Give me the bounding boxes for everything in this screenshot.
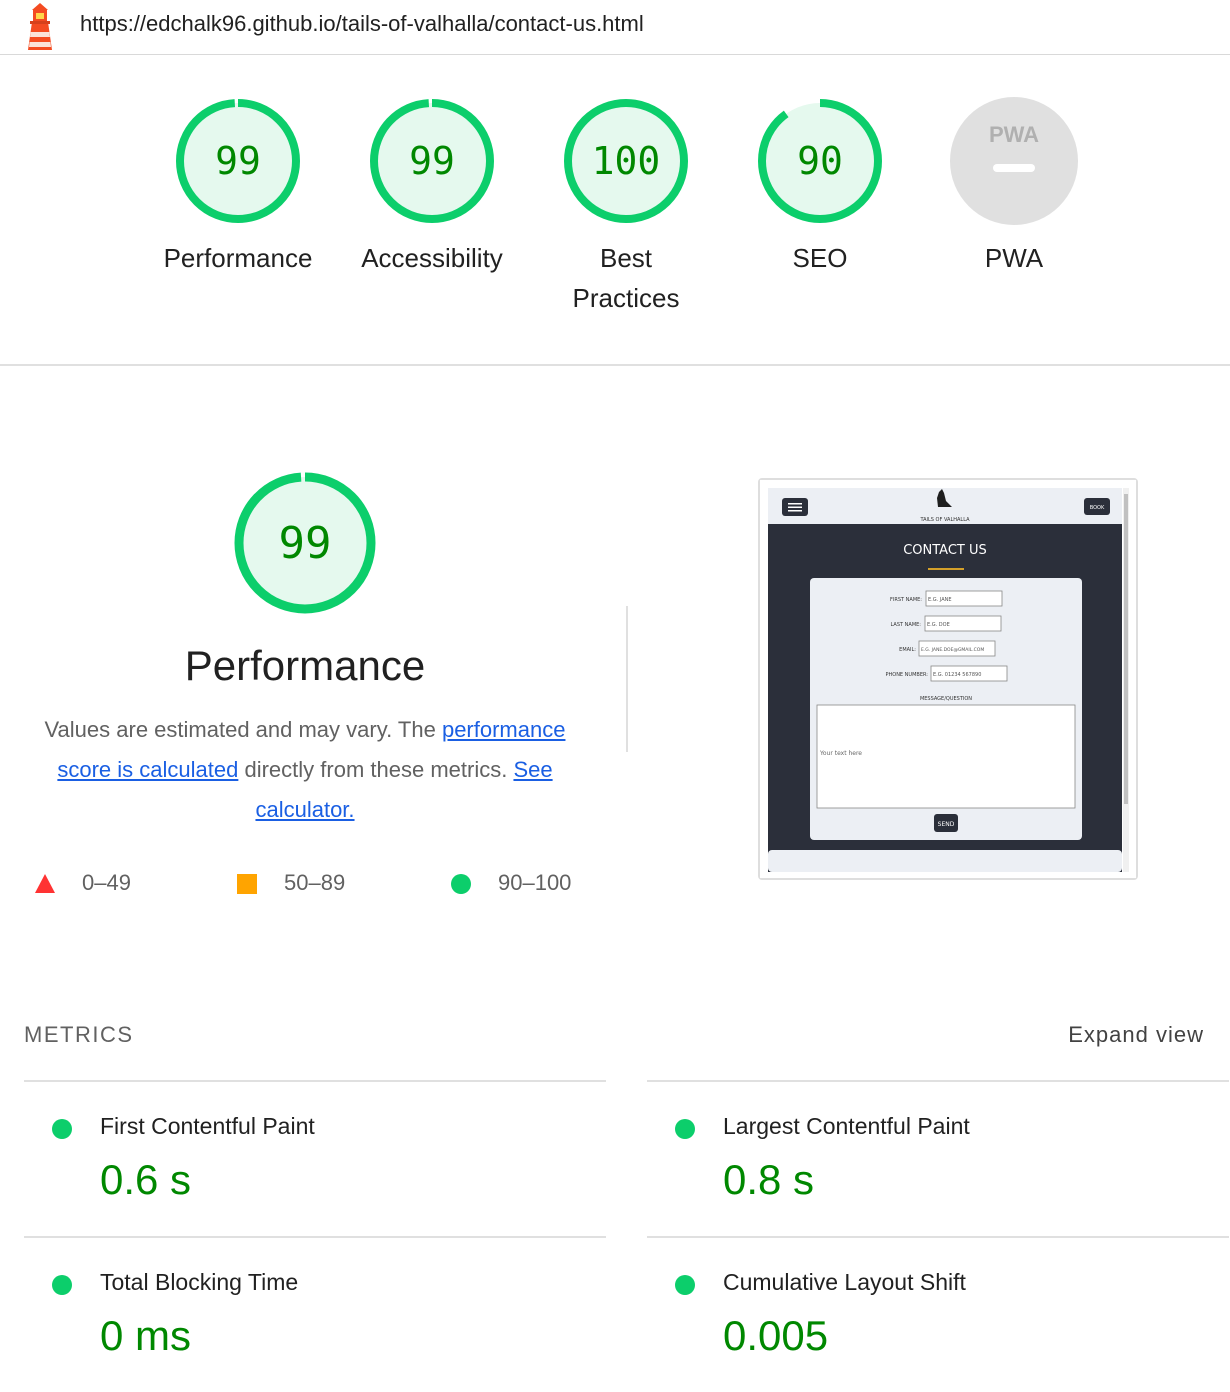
gauge-score: 90	[797, 139, 843, 183]
gauge-label: Best Practices	[572, 243, 680, 313]
category-gauges: 99 Performance 99 Accessibility 100 Best…	[0, 56, 1230, 366]
legend-range: 50–89	[284, 870, 346, 895]
svg-text:LAST NAME:: LAST NAME:	[891, 622, 922, 628]
gauge-label: SEO	[792, 243, 848, 273]
svg-text:Your text here: Your text here	[819, 750, 862, 757]
final-screenshot: TAILS OF VALHALLA BOOK CONTACT US FIRST …	[758, 478, 1138, 880]
description-text: directly from these metrics.	[244, 757, 508, 782]
orange-square-icon	[237, 874, 257, 894]
svg-text:FIRST NAME:: FIRST NAME:	[890, 597, 922, 603]
gauge-score: 100	[592, 139, 661, 183]
legend-range: 0–49	[82, 870, 131, 895]
green-circle-icon	[451, 874, 471, 894]
svg-text:E.G. JANE.DOE@GMAIL.COM: E.G. JANE.DOE@GMAIL.COM	[921, 647, 984, 653]
expand-view-toggle[interactable]: Expand view	[1068, 1022, 1204, 1048]
metric-value: 0.6 s	[100, 1156, 192, 1203]
svg-text:PHONE NUMBER:: PHONE NUMBER:	[885, 672, 928, 678]
metric-cumulative-layout-shift: Cumulative Layout Shift 0.005	[647, 1236, 1229, 1392]
page-url[interactable]: https://edchalk96.github.io/tails-of-val…	[80, 11, 644, 37]
report-header: https://edchalk96.github.io/tails-of-val…	[0, 0, 1230, 55]
score-gauge-icon: 90	[758, 99, 882, 223]
metrics-title: METRICS	[24, 1022, 134, 1047]
metric-value: 0.005	[723, 1312, 829, 1359]
gauge-accessibility[interactable]: 99 Accessibility	[332, 96, 532, 278]
score-gauge-icon: 99	[370, 99, 494, 223]
metrics-header: METRICS Expand view	[24, 1022, 1204, 1048]
contact-heading: CONTACT US	[903, 543, 987, 558]
metric-total-blocking-time: Total Blocking Time 0 ms	[24, 1236, 606, 1392]
gauge-performance[interactable]: 99 Performance	[138, 96, 338, 278]
pass-circle-icon	[52, 1119, 72, 1139]
svg-text:E.G. DOE: E.G. DOE	[927, 622, 950, 628]
vertical-divider	[626, 606, 628, 752]
performance-title: Performance	[184, 642, 426, 689]
metric-label: Cumulative Layout Shift	[723, 1269, 966, 1295]
metric-label: Largest Contentful Paint	[723, 1113, 970, 1139]
svg-text:E.G. JANE: E.G. JANE	[928, 597, 952, 603]
metric-value: 0.8 s	[723, 1156, 815, 1203]
svg-text:SEND: SEND	[938, 821, 955, 828]
gauge-score: 99	[409, 139, 455, 183]
metric-largest-contentful-paint: Largest Contentful Paint 0.8 s	[647, 1080, 1229, 1236]
score-gauge-icon: 99	[176, 99, 300, 223]
svg-text:MESSAGE/QUESTION: MESSAGE/QUESTION	[920, 696, 972, 702]
page-thumbnail: TAILS OF VALHALLA BOOK CONTACT US FIRST …	[760, 480, 1136, 878]
metric-label: Total Blocking Time	[100, 1269, 299, 1295]
pwa-text: PWA	[989, 122, 1039, 147]
pass-circle-icon	[675, 1275, 695, 1295]
pass-circle-icon	[52, 1275, 72, 1295]
performance-gauge-icon: 99	[234, 472, 376, 614]
pass-circle-icon	[675, 1119, 695, 1139]
gauge-pwa[interactable]: PWA PWA	[914, 96, 1114, 278]
lighthouse-icon	[28, 3, 52, 50]
performance-score: 99	[279, 518, 332, 569]
brand-name: TAILS OF VALHALLA	[919, 517, 970, 523]
red-triangle-icon	[35, 874, 55, 893]
performance-summary: 99 Performance Values are estimated and …	[0, 470, 610, 830]
pwa-badge-icon: PWA	[950, 97, 1078, 225]
metric-value: 0 ms	[100, 1312, 192, 1359]
performance-description: Values are estimated and may vary. The p…	[25, 710, 585, 830]
scrollbar-thumb	[1124, 494, 1128, 804]
score-gauge-icon: 100	[564, 99, 688, 223]
gauge-score: 99	[215, 139, 261, 183]
svg-text:EMAIL:: EMAIL:	[899, 647, 916, 653]
score-legend: 0–49 50–89 90–100	[0, 866, 620, 902]
legend-range: 90–100	[498, 870, 572, 895]
gauge-seo[interactable]: 90 SEO	[720, 96, 920, 278]
book-label: BOOK	[1090, 505, 1105, 511]
svg-text:E.G. 01234 567890: E.G. 01234 567890	[933, 672, 981, 678]
gauge-best-practices[interactable]: 100 Best Practices	[526, 96, 726, 318]
metric-label: First Contentful Paint	[100, 1113, 315, 1139]
gauge-label: PWA	[984, 243, 1044, 273]
gauge-label: Performance	[163, 243, 313, 273]
metric-first-contentful-paint: First Contentful Paint 0.6 s	[24, 1080, 606, 1236]
gauge-label: Accessibility	[361, 243, 503, 273]
description-text: Values are estimated and may vary. The	[44, 717, 436, 742]
